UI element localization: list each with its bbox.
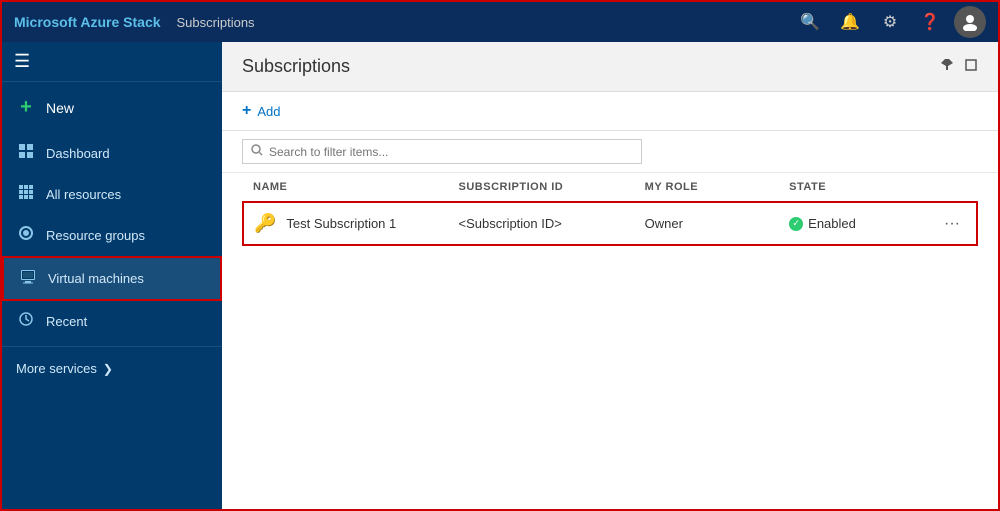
dashboard-label: Dashboard [46,146,110,161]
subscription-role-cell: Owner [635,202,780,245]
virtual-machines-label: Virtual machines [48,271,144,286]
col-header-actions [928,173,977,202]
window-minimize-icon[interactable] [964,58,978,75]
sidebar: ☰ + New Dashboard [2,42,222,509]
sidebar-item-new[interactable]: + New [2,82,222,133]
content-title: Subscriptions [242,56,350,77]
key-icon: 🔑 [254,213,276,234]
subscription-state-value: Enabled [808,216,856,231]
subscriptions-table: NAME SUBSCRIPTION ID MY ROLE STATE [242,173,978,246]
col-header-subscription-id: SUBSCRIPTION ID [449,173,635,202]
col-header-name: NAME [243,173,449,202]
bell-icon: 🔔 [840,12,860,32]
header-icons: 🔍 🔔 ⚙ ❓ [794,6,986,38]
subscription-role-value: Owner [645,216,683,231]
enabled-dot-icon: ✓ [789,217,803,231]
sidebar-item-recent[interactable]: Recent [2,301,222,342]
subscription-name-cell: 🔑 Test Subscription 1 [243,202,449,245]
sidebar-top-bar: ☰ [2,42,222,82]
add-label: Add [257,104,280,119]
sidebar-item-virtual-machines[interactable]: Virtual machines [2,256,222,301]
recent-icon [16,311,36,332]
more-services-label: More services [16,361,97,376]
bell-icon-btn[interactable]: 🔔 [834,6,866,38]
app-title: Microsoft Azure Stack [14,14,161,30]
main-layout: ☰ + New Dashboard [2,42,998,509]
subscription-state-cell: ✓ Enabled [779,202,928,245]
subscription-id-cell: <Subscription ID> [449,202,635,245]
sidebar-item-dashboard[interactable]: Dashboard [2,133,222,174]
help-icon-btn[interactable]: ❓ [914,6,946,38]
all-resources-label: All resources [46,187,121,202]
top-header: Microsoft Azure Stack Subscriptions 🔍 🔔 … [2,2,998,42]
search-icon-btn[interactable]: 🔍 [794,6,826,38]
sidebar-new-label: New [46,100,74,116]
resource-groups-icon [16,225,36,246]
sidebar-item-all-resources[interactable]: All resources [2,174,222,215]
recent-label: Recent [46,314,87,329]
sidebar-item-more-services[interactable]: More services ❯ [2,351,222,386]
user-avatar[interactable] [954,6,986,38]
row-ellipsis-button[interactable]: ··· [938,213,966,234]
virtual-machines-icon [18,268,38,289]
gear-icon-btn[interactable]: ⚙ [874,6,906,38]
all-resources-icon [16,184,36,205]
search-wrapper [242,139,642,164]
add-button[interactable]: + Add [242,102,280,120]
search-icon [251,144,263,159]
header-page-title: Subscriptions [177,15,794,30]
content-header-icons [940,58,978,75]
help-icon: ❓ [920,12,940,32]
subscription-name: Test Subscription 1 [286,216,396,231]
subscription-actions-cell: ··· [928,202,977,245]
more-services-chevron-icon: ❯ [103,362,113,376]
search-input[interactable] [269,145,633,159]
col-header-my-role: MY ROLE [635,173,780,202]
sidebar-divider [2,346,222,347]
sidebar-item-resource-groups[interactable]: Resource groups [2,215,222,256]
search-icon: 🔍 [800,12,820,32]
content-area: Subscriptions + Add [222,42,998,509]
content-header: Subscriptions [222,42,998,92]
toolbar: + Add [222,92,998,131]
dashboard-icon [16,143,36,164]
table-row[interactable]: 🔑 Test Subscription 1 <Subscription ID> … [243,202,977,245]
hamburger-icon[interactable]: ☰ [14,51,30,72]
table-container: NAME SUBSCRIPTION ID MY ROLE STATE [222,173,998,509]
enabled-badge: ✓ Enabled [789,216,918,231]
add-plus-icon: + [242,102,251,120]
table-header-row: NAME SUBSCRIPTION ID MY ROLE STATE [243,173,977,202]
resource-groups-label: Resource groups [46,228,145,243]
new-plus-icon: + [16,96,36,119]
gear-icon: ⚙ [883,12,897,32]
pin-icon[interactable] [940,58,954,75]
subscription-id-value: <Subscription ID> [459,216,562,231]
col-header-state: STATE [779,173,928,202]
search-bar [222,131,998,173]
